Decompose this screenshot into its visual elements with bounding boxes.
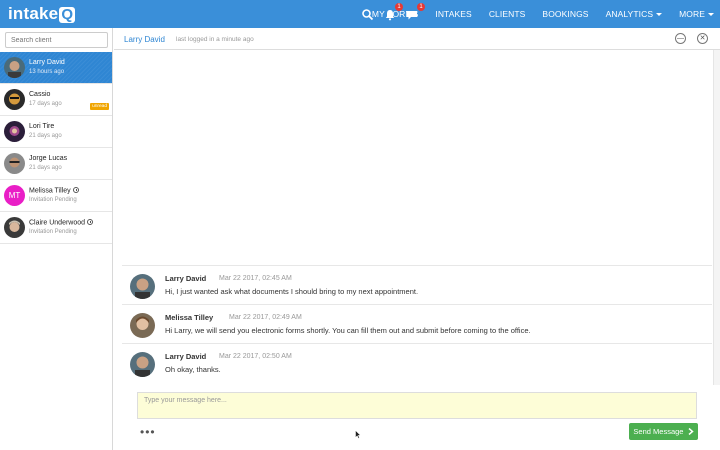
nav-my-forms[interactable]: MY FORMS xyxy=(372,9,418,19)
client-invitation-status: Invitation Pending xyxy=(29,228,77,235)
message-item: Larry David Mar 22 2017, 02:50 AM Oh oka… xyxy=(122,343,712,382)
client-list: Larry David 13 hours ago Cassio 17 days … xyxy=(0,52,112,244)
client-name: Lori Tire xyxy=(29,123,55,130)
message-text: Oh okay, thanks. xyxy=(165,365,221,374)
client-name: Jorge Lucas xyxy=(29,155,68,162)
client-name-row: Melissa Tilley xyxy=(29,187,79,195)
client-last-seen: 13 hours ago xyxy=(29,68,65,75)
message-text: Hi, I just wanted ask what documents I s… xyxy=(165,287,419,296)
chevron-right-icon xyxy=(688,427,694,435)
avatar xyxy=(130,274,155,299)
avatar xyxy=(4,217,25,238)
nav-analytics-label: ANALYTICS xyxy=(605,9,654,19)
nav-bookings[interactable]: BOOKINGS xyxy=(542,9,588,19)
chat-body: Larry David Mar 22 2017, 02:45 AM Hi, I … xyxy=(114,50,714,385)
clock-icon xyxy=(72,187,79,193)
nav-analytics[interactable]: ANALYTICS xyxy=(606,9,663,19)
avatar xyxy=(130,313,155,338)
message-text: Hi Larry, we will send you electronic fo… xyxy=(165,326,531,335)
message-time: Mar 22 2017, 02:49 AM xyxy=(229,313,302,321)
client-name: Larry David xyxy=(29,59,65,66)
top-navbar: intake Q 1 1 MY FORMS INTAKES CLIENTS BOO… xyxy=(0,0,720,28)
minimize-button[interactable]: — xyxy=(675,33,686,44)
client-name: Cassio xyxy=(29,91,51,98)
message-time: Mar 22 2017, 02:50 AM xyxy=(219,352,292,360)
close-button[interactable]: ✕ xyxy=(697,33,708,44)
chat-contact-name[interactable]: Larry David xyxy=(124,35,165,44)
nav-links: MY FORMS INTAKES CLIENTS BOOKINGS ANALYT… xyxy=(355,0,714,28)
message-input[interactable]: Type your message here... xyxy=(137,392,697,419)
client-item-larry-david[interactable]: Larry David 13 hours ago xyxy=(0,52,112,84)
message-list: Larry David Mar 22 2017, 02:45 AM Hi, I … xyxy=(122,265,712,382)
message-item: Melissa Tilley Mar 22 2017, 02:49 AM Hi … xyxy=(122,304,712,343)
nav-more-label: MORE xyxy=(679,9,705,19)
client-invitation-status: Invitation Pending xyxy=(29,196,77,203)
nav-more[interactable]: MORE xyxy=(679,9,714,19)
logo-q: Q xyxy=(59,6,76,23)
client-sidebar: Larry David 13 hours ago Cassio 17 days … xyxy=(0,28,113,450)
avatar xyxy=(130,352,155,377)
client-name: Claire Underwood xyxy=(29,219,86,227)
chevron-down-icon xyxy=(708,13,714,16)
more-options-button[interactable]: ••• xyxy=(140,425,156,439)
send-message-label: Send Message xyxy=(633,427,684,436)
avatar xyxy=(4,57,25,78)
chevron-down-icon xyxy=(656,13,663,16)
client-item-lori-tire[interactable]: Lori Tire 21 days ago xyxy=(0,116,112,148)
message-author: Larry David xyxy=(165,352,207,361)
nav-clients[interactable]: CLIENTS xyxy=(489,9,526,19)
message-author: Larry David xyxy=(165,274,207,283)
client-item-jorge-lucas[interactable]: Jorge Lucas 21 days ago xyxy=(0,148,112,180)
client-last-seen: 21 days ago xyxy=(29,132,62,139)
avatar xyxy=(4,153,25,174)
send-message-button[interactable]: Send Message xyxy=(629,423,698,440)
message-item: Larry David Mar 22 2017, 02:45 AM Hi, I … xyxy=(122,265,712,304)
chat-last-login: last logged in a minute ago xyxy=(176,36,254,43)
client-item-claire-underwood[interactable]: Claire Underwood Invitation Pending xyxy=(0,212,112,244)
clock-icon xyxy=(87,219,94,225)
avatar xyxy=(4,89,25,110)
intakeq-logo[interactable]: intake Q xyxy=(8,4,76,24)
client-item-cassio[interactable]: Cassio 17 days ago unread xyxy=(0,84,112,116)
mouse-cursor-icon xyxy=(355,430,361,439)
avatar-initials: MT xyxy=(4,185,25,206)
logo-text: intake xyxy=(8,4,59,23)
client-name: Melissa Tilley xyxy=(29,187,71,195)
chat-header: Larry David last logged in a minute ago … xyxy=(114,28,720,50)
avatar xyxy=(4,121,25,142)
search-client-input[interactable] xyxy=(5,32,108,48)
message-author: Melissa Tilley xyxy=(165,313,214,322)
message-time: Mar 22 2017, 02:45 AM xyxy=(219,274,292,282)
client-name-row: Claire Underwood xyxy=(29,219,94,227)
unread-badge: unread xyxy=(90,103,109,110)
client-last-seen: 17 days ago xyxy=(29,100,62,107)
chat-scrollbar[interactable] xyxy=(714,50,720,385)
client-last-seen: 21 days ago xyxy=(29,164,62,171)
client-item-melissa-tilley[interactable]: MT Melissa Tilley Invitation Pending xyxy=(0,180,112,212)
nav-intakes[interactable]: INTAKES xyxy=(435,9,471,19)
